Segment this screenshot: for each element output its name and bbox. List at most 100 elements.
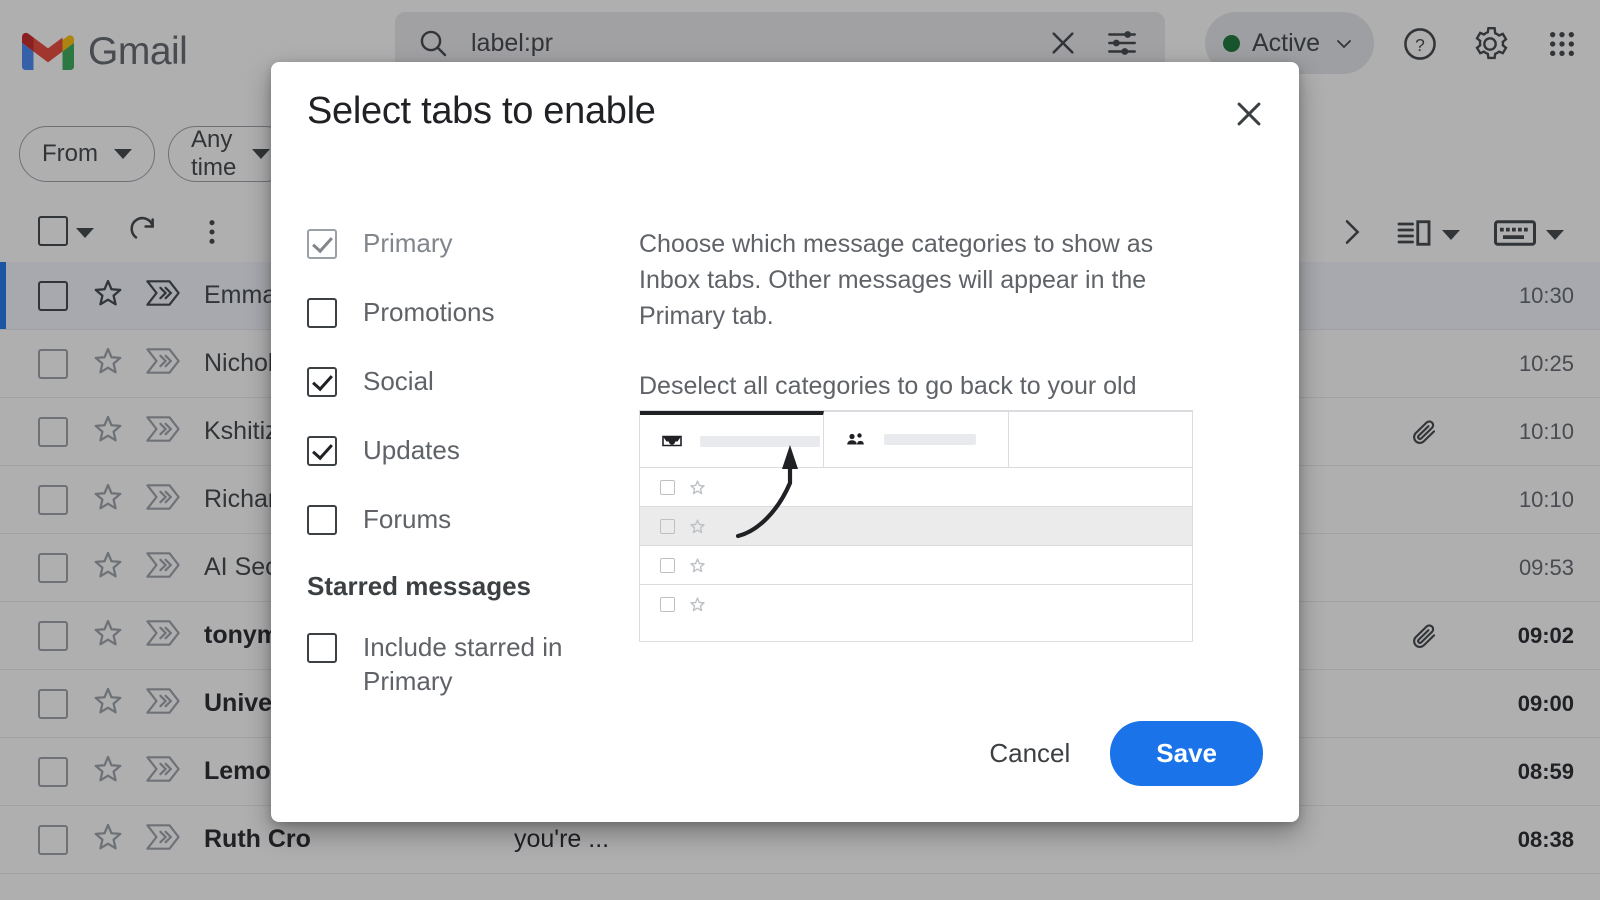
important-marker-wrap[interactable]	[146, 688, 180, 719]
tab-option-promotions[interactable]: Promotions	[307, 295, 607, 329]
checkbox-icon[interactable]	[307, 229, 337, 259]
tab-option-social[interactable]: Social	[307, 364, 607, 398]
illustration-row	[640, 507, 1192, 546]
important-marker-icon[interactable]	[146, 416, 180, 442]
important-marker-wrap[interactable]	[146, 552, 180, 583]
star-icon-wrap[interactable]	[92, 277, 124, 314]
important-marker-wrap[interactable]	[146, 620, 180, 651]
important-marker-wrap[interactable]	[146, 348, 180, 379]
tab-option-primary[interactable]: Primary	[307, 226, 607, 260]
chevron-down-icon[interactable]	[1332, 31, 1356, 55]
star-icon[interactable]	[92, 685, 124, 717]
status-label: Active	[1252, 29, 1320, 58]
next-page-chevron-right-icon[interactable]	[1335, 216, 1367, 248]
select-all-checkbox[interactable]	[38, 216, 68, 246]
checkbox-icon[interactable]	[307, 436, 337, 466]
filter-chip-any-time-label: Any time	[191, 126, 236, 182]
input-tools-chevron-down-icon[interactable]	[1546, 230, 1564, 240]
important-marker-wrap[interactable]	[146, 484, 180, 515]
star-icon-wrap[interactable]	[92, 413, 124, 450]
settings-button[interactable]	[1468, 22, 1512, 66]
illustration-message-rows	[640, 467, 1192, 624]
email-checkbox[interactable]	[38, 825, 68, 855]
close-icon[interactable]	[1047, 27, 1079, 59]
split-pane-chevron-down-icon[interactable]	[1442, 230, 1460, 240]
checkbox-icon	[660, 597, 675, 612]
important-marker-wrap[interactable]	[146, 756, 180, 787]
tab-option-label: Social	[363, 364, 434, 398]
cancel-button[interactable]: Cancel	[963, 724, 1096, 783]
star-icon-wrap[interactable]	[92, 685, 124, 722]
tab-option-updates[interactable]: Updates	[307, 433, 607, 467]
star-icon[interactable]	[92, 617, 124, 649]
apps-grid-icon	[1546, 28, 1578, 60]
select-all-chevron-down-icon[interactable]	[76, 228, 94, 238]
email-timestamp: 10:25	[1454, 351, 1574, 377]
checkbox-icon	[660, 519, 675, 534]
important-marker-wrap[interactable]	[146, 824, 180, 855]
save-button[interactable]: Save	[1110, 721, 1263, 786]
star-icon	[689, 479, 706, 496]
star-icon-wrap[interactable]	[92, 481, 124, 518]
star-icon[interactable]	[92, 821, 124, 853]
tab-option-forums[interactable]: Forums	[307, 502, 607, 536]
star-icon[interactable]	[92, 277, 124, 309]
dialog-close-button[interactable]	[1227, 92, 1271, 136]
star-icon[interactable]	[92, 413, 124, 445]
email-checkbox[interactable]	[38, 553, 68, 583]
email-timestamp: 08:59	[1454, 759, 1574, 785]
select-tabs-dialog: Select tabs to enable Primary Promotions…	[271, 62, 1299, 822]
more-vertical-icon[interactable]	[196, 216, 228, 248]
important-marker-icon[interactable]	[146, 552, 180, 578]
star-icon-wrap[interactable]	[92, 821, 124, 858]
email-checkbox[interactable]	[38, 757, 68, 787]
tune-icon[interactable]	[1105, 26, 1139, 60]
important-marker-wrap[interactable]	[146, 416, 180, 447]
refresh-icon[interactable]	[128, 216, 160, 248]
illustration-row	[640, 468, 1192, 507]
google-apps-button[interactable]	[1540, 22, 1584, 66]
star-icon-wrap[interactable]	[92, 549, 124, 586]
important-marker-icon[interactable]	[146, 280, 180, 306]
star-icon-wrap[interactable]	[92, 617, 124, 654]
important-marker-icon[interactable]	[146, 688, 180, 714]
star-icon[interactable]	[92, 345, 124, 377]
tab-checkbox-list: Primary Promotions Social Updates Forums…	[307, 226, 607, 733]
keyboard-icon[interactable]	[1494, 220, 1536, 246]
search-input[interactable]: label:pr	[471, 29, 1047, 58]
gear-icon	[1471, 25, 1509, 63]
checkbox-icon[interactable]	[307, 505, 337, 535]
email-checkbox[interactable]	[38, 689, 68, 719]
help-button[interactable]: ?	[1398, 22, 1442, 66]
email-checkbox[interactable]	[38, 621, 68, 651]
important-marker-icon[interactable]	[146, 348, 180, 374]
star-icon-wrap[interactable]	[92, 345, 124, 382]
split-pane-icon[interactable]	[1396, 218, 1432, 248]
star-icon[interactable]	[92, 549, 124, 581]
email-checkbox[interactable]	[38, 417, 68, 447]
tab-option-label: Promotions	[363, 295, 495, 329]
checkbox-icon[interactable]	[307, 367, 337, 397]
filter-chip-from[interactable]: From	[19, 126, 155, 182]
star-icon[interactable]	[92, 481, 124, 513]
important-marker-icon[interactable]	[146, 620, 180, 646]
email-timestamp: 09:00	[1454, 691, 1574, 717]
email-checkbox[interactable]	[38, 281, 68, 311]
star-icon-wrap[interactable]	[92, 753, 124, 790]
star-icon[interactable]	[92, 753, 124, 785]
status-dot-icon	[1223, 35, 1240, 52]
checkbox-icon[interactable]	[307, 633, 337, 663]
search-icon	[417, 27, 449, 59]
starred-option-row[interactable]: Include starred in Primary	[307, 630, 577, 698]
tab-option-label: Updates	[363, 433, 460, 467]
checkbox-icon[interactable]	[307, 298, 337, 328]
email-checkbox[interactable]	[38, 349, 68, 379]
important-marker-icon[interactable]	[146, 824, 180, 850]
important-marker-icon[interactable]	[146, 484, 180, 510]
email-checkbox[interactable]	[38, 485, 68, 515]
important-marker-wrap[interactable]	[146, 280, 180, 311]
illustration-tab-social	[824, 411, 1008, 467]
starred-option-label: Include starred in Primary	[363, 630, 577, 698]
illustration-tab-strip	[640, 411, 1192, 467]
important-marker-icon[interactable]	[146, 756, 180, 782]
